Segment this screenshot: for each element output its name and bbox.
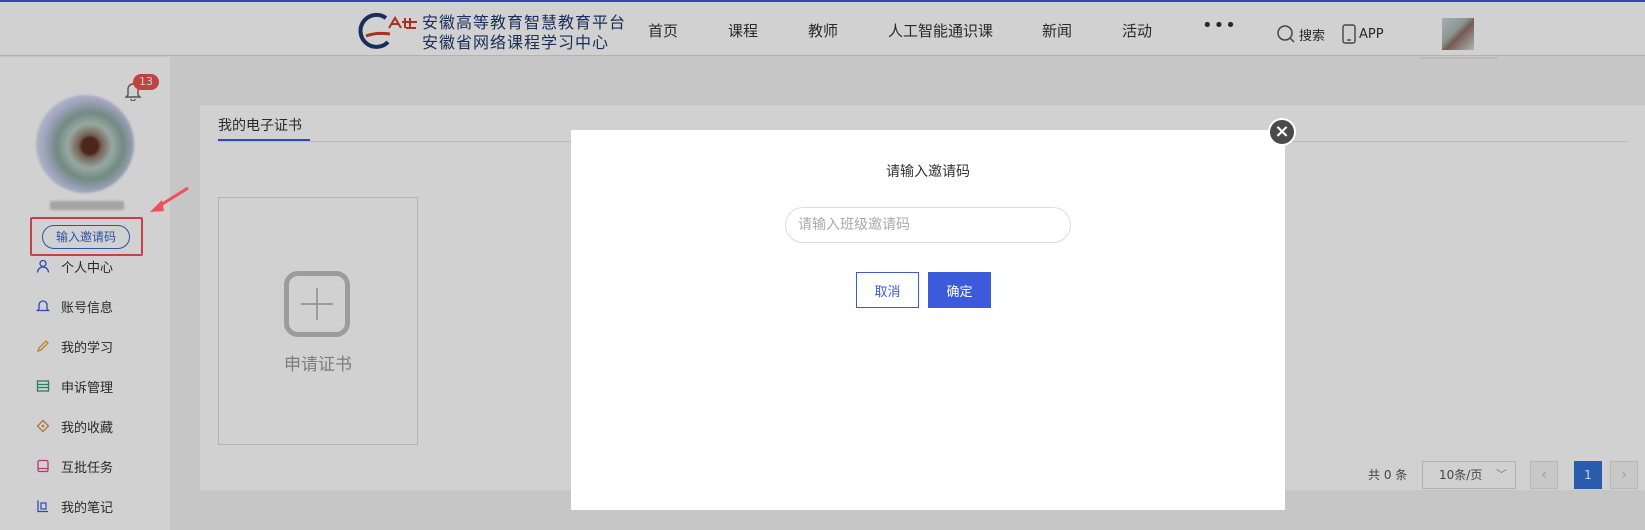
annotation-arrow-icon xyxy=(150,186,189,212)
confirm-button[interactable]: 确定 xyxy=(928,272,991,308)
dialog-title: 请输入邀请码 xyxy=(886,164,970,180)
close-icon[interactable]: × xyxy=(1268,118,1296,146)
cancel-button[interactable]: 取消 xyxy=(856,272,919,308)
invite-code-input[interactable] xyxy=(785,207,1071,243)
invite-code-dialog: 请输入邀请码 取消 确定 xyxy=(571,130,1285,510)
